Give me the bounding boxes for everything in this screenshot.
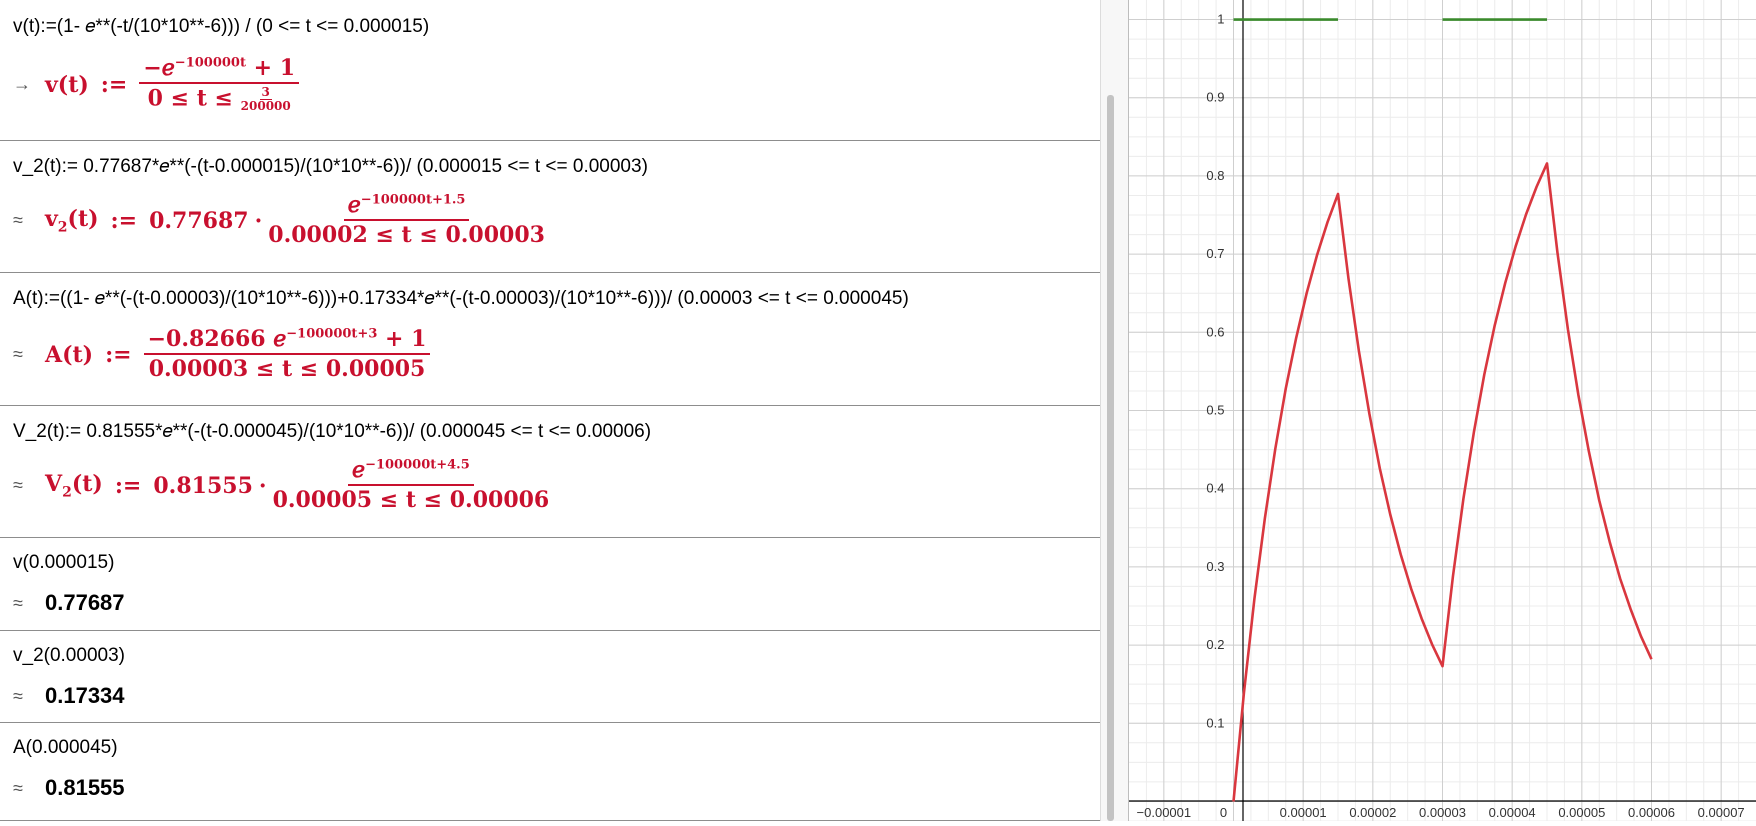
approx-icon[interactable]: ≈ [13, 344, 45, 365]
x-tick-label: −0.00001 [1137, 805, 1192, 820]
x-tick-label: 0.00005 [1558, 805, 1605, 820]
fraction: −0.82666 𝑒−100000t+3 + 1 0.00003 ≤ t ≤ 0… [143, 327, 431, 383]
denominator: 0 ≤ t ≤ 3 200000 [147, 85, 291, 114]
input-text[interactable]: v_2(0.00003) [13, 645, 125, 667]
y-tick-label: 0.7 [1206, 246, 1224, 261]
algebra-row-eval-v2[interactable]: v_2(0.00003) ≈ 0.17334 [0, 631, 1100, 723]
function-name: A(t) [45, 341, 94, 368]
y-tick-label: 1 [1217, 12, 1224, 27]
algebra-row-A[interactable]: A(t):=((1- 𝑒**(-(t-0.00003)/(10*10**-6))… [0, 273, 1100, 406]
input-text[interactable]: A(0.000045) [13, 737, 118, 759]
algebra-row-V2[interactable]: V_2(t):= 0.81555*𝑒**(-(t-0.000045)/(10*1… [0, 406, 1100, 538]
algebra-row-v2[interactable]: v_2(t):= 0.77687*𝑒**(-(t-0.000015)/(10*1… [0, 141, 1100, 273]
y-tick-label: 0.6 [1206, 324, 1224, 339]
graphics-view[interactable]: −0.00001 0 0.00001 0.00002 0.00003 0.00004 0.0… [1129, 0, 1756, 822]
algebra-row-eval-v[interactable]: v(0.000015) ≈ 0.77687 [0, 538, 1100, 631]
assign-operator: := [100, 71, 128, 98]
fraction: 𝑒−100000t+1.5 0.00002 ≤ t ≤ 0.00003 [268, 193, 545, 248]
input-text[interactable]: v_2(t):= 0.77687*𝑒**(-(t-0.000015)/(10*1… [13, 156, 648, 178]
x-tick-label: 0.00003 [1419, 805, 1466, 820]
output-formula: ≈ v2(t) := 0.77687 · 𝑒−100000t+1.5 0.000… [13, 193, 545, 248]
y-tick-label: 0.4 [1206, 481, 1224, 496]
x-tick-label: 0.00002 [1349, 805, 1396, 820]
y-tick-label: 0.3 [1206, 559, 1224, 574]
function-name: v(t) [45, 71, 89, 98]
x-tick-label: 0 [1220, 805, 1227, 820]
function-name: V2(t) [45, 471, 103, 501]
numerator: 𝑒−100000t+1.5 [343, 193, 470, 222]
scrollbar-track[interactable] [1100, 0, 1129, 821]
x-tick-label: 0.00004 [1489, 805, 1536, 820]
output-formula: ≈ A(t) := −0.82666 𝑒−100000t+3 + 1 0.000… [13, 327, 431, 383]
input-text[interactable]: v(t):=(1- 𝑒**(-t/(10*10**-6))) / (0 <= t… [13, 16, 429, 38]
y-tick-label: 0.9 [1206, 90, 1224, 105]
denominator: 0.00002 ≤ t ≤ 0.00003 [268, 222, 545, 249]
small-fraction: 3 200000 [240, 85, 291, 114]
x-tick-label: 0.00007 [1698, 805, 1745, 820]
numerator: −0.82666 𝑒−100000t+3 + 1 [143, 327, 431, 356]
input-text[interactable]: V_2(t):= 0.81555*𝑒**(-(t-0.000045)/(10*1… [13, 421, 651, 443]
denominator: 0.00003 ≤ t ≤ 0.00005 [148, 356, 426, 383]
approx-icon[interactable]: ≈ [13, 475, 45, 496]
y-tick-label: 0.1 [1206, 715, 1224, 730]
output-formula: → v(t) := −𝑒−100000t + 1 0 ≤ t ≤ 3 200000 [13, 56, 300, 114]
algebra-view: v(t):=(1- 𝑒**(-t/(10*10**-6))) / (0 <= t… [0, 0, 1101, 821]
scrollbar-thumb[interactable] [1107, 95, 1114, 821]
output-value: ≈ 0.81555 [13, 775, 125, 801]
output-formula: ≈ V2(t) := 0.81555 · 𝑒−100000t+4.5 0.000… [13, 458, 549, 513]
fraction: 𝑒−100000t+4.5 0.00005 ≤ t ≤ 0.00006 [273, 458, 550, 513]
x-tick-label: 0.00006 [1628, 805, 1675, 820]
function-name: v2(t) [45, 206, 99, 236]
plot-svg[interactable]: −0.00001 0 0.00001 0.00002 0.00003 0.00004 0.0… [1129, 0, 1756, 822]
coefficient: 0.77687 [149, 207, 249, 234]
multiply-dot: · [254, 207, 263, 234]
denominator: 0.00005 ≤ t ≤ 0.00006 [272, 487, 550, 514]
output-value: ≈ 0.17334 [13, 683, 125, 709]
numerator: 𝑒−100000t+4.5 [348, 458, 474, 487]
numerator: −𝑒−100000t + 1 [139, 56, 300, 85]
assign-operator: := [105, 341, 132, 368]
y-tick-label: 0.5 [1206, 403, 1224, 418]
algebra-row-v[interactable]: v(t):=(1- 𝑒**(-t/(10*10**-6))) / (0 <= t… [0, 0, 1100, 141]
assign-operator: := [114, 472, 142, 499]
output-value: ≈ 0.77687 [13, 590, 125, 616]
x-tick-labels: −0.00001 0 0.00001 0.00002 0.00003 0.00004 0.0… [1137, 805, 1745, 820]
approx-icon[interactable]: ≈ [13, 686, 45, 707]
assign-operator: := [110, 207, 138, 234]
algebra-row-eval-A[interactable]: A(0.000045) ≈ 0.81555 [0, 723, 1100, 821]
approx-icon[interactable]: ≈ [13, 593, 45, 614]
y-tick-label: 0.8 [1206, 168, 1224, 183]
result-value: 0.81555 [45, 775, 125, 800]
result-value: 0.77687 [45, 590, 125, 615]
input-text[interactable]: v(0.000015) [13, 552, 114, 574]
result-value: 0.17334 [45, 683, 125, 708]
coefficient: 0.81555 [153, 472, 253, 499]
input-text[interactable]: A(t):=((1- 𝑒**(-(t-0.00003)/(10*10**-6))… [13, 288, 909, 310]
multiply-dot: · [258, 472, 267, 499]
arrow-icon[interactable]: → [13, 74, 45, 95]
y-tick-label: 0.2 [1206, 637, 1224, 652]
fraction: −𝑒−100000t + 1 0 ≤ t ≤ 3 200000 [139, 56, 300, 114]
approx-icon[interactable]: ≈ [13, 210, 45, 231]
approx-icon[interactable]: ≈ [13, 778, 45, 799]
x-tick-label: 0.00001 [1280, 805, 1327, 820]
